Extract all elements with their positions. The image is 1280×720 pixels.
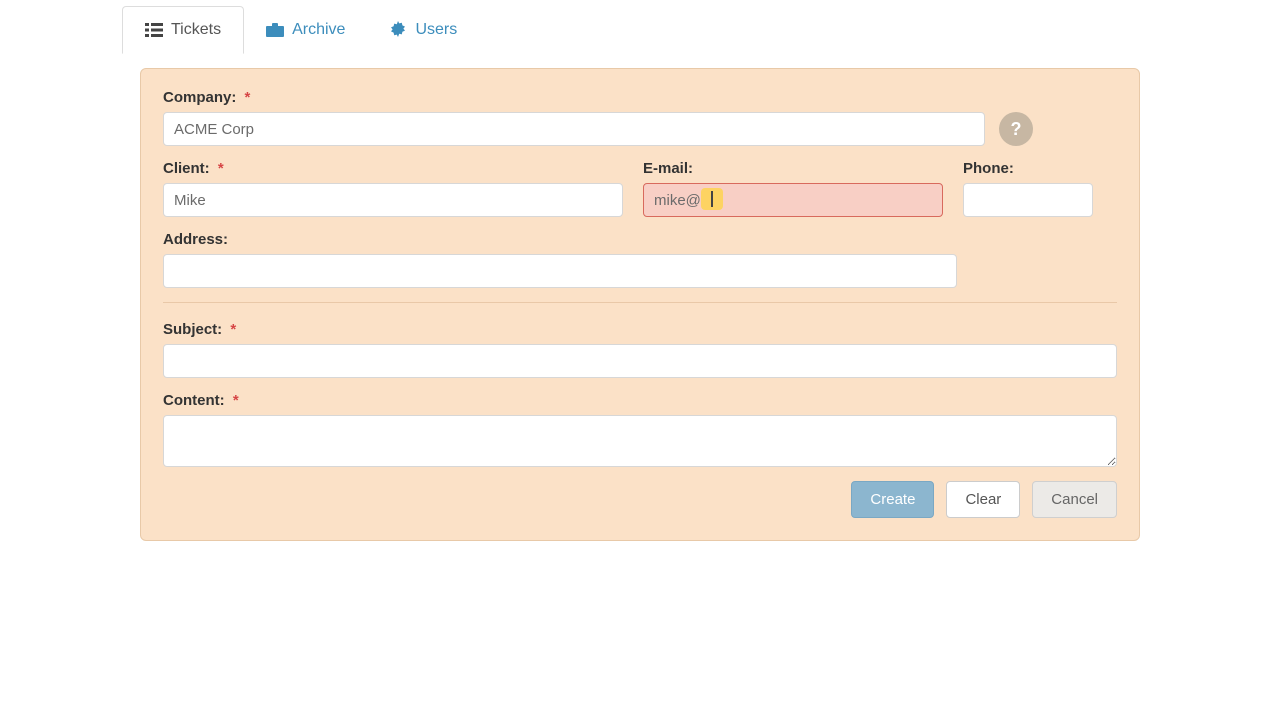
required-marker: * — [233, 392, 239, 409]
email-label: E-mail: — [643, 160, 943, 177]
subject-label: Subject: * — [163, 321, 1117, 338]
phone-input[interactable] — [963, 183, 1093, 217]
content-label: Content: * — [163, 392, 1117, 409]
create-button[interactable]: Create — [851, 481, 934, 518]
required-marker: * — [230, 321, 236, 338]
address-input[interactable] — [163, 254, 957, 288]
gear-icon — [389, 21, 407, 39]
tab-users[interactable]: Users — [367, 7, 479, 54]
client-label: Client: * — [163, 160, 623, 177]
required-marker: * — [245, 89, 251, 106]
ticket-form-panel: Company: * ? Client: * — [140, 68, 1140, 541]
form-button-row: Create Clear Cancel — [163, 481, 1117, 518]
client-input[interactable] — [163, 183, 623, 217]
required-marker: * — [218, 160, 224, 177]
tab-tickets-label: Tickets — [171, 21, 221, 39]
briefcase-icon — [266, 22, 284, 38]
main-tabs: Tickets Archive Users — [122, 6, 479, 54]
section-divider — [163, 302, 1117, 303]
clear-button[interactable]: Clear — [946, 481, 1020, 518]
cancel-button[interactable]: Cancel — [1032, 481, 1117, 518]
company-help-button[interactable]: ? — [999, 112, 1033, 146]
question-icon: ? — [1011, 119, 1022, 140]
tab-users-label: Users — [415, 21, 457, 39]
subject-input[interactable] — [163, 344, 1117, 378]
company-label: Company: * — [163, 89, 1117, 106]
email-input[interactable] — [643, 183, 943, 217]
content-textarea[interactable] — [163, 415, 1117, 467]
company-input[interactable] — [163, 112, 985, 146]
tab-archive-label: Archive — [292, 21, 345, 39]
address-label: Address: — [163, 231, 957, 248]
tab-archive[interactable]: Archive — [244, 7, 367, 54]
list-icon — [145, 22, 163, 38]
tab-tickets[interactable]: Tickets — [122, 6, 244, 54]
phone-label: Phone: — [963, 160, 1093, 177]
